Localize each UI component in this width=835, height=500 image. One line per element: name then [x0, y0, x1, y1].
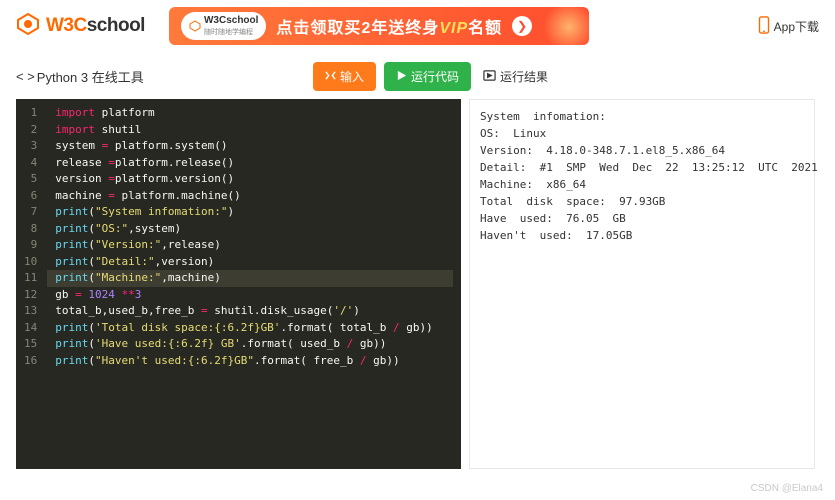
code-icon: < > — [16, 69, 35, 84]
io-icon — [325, 70, 336, 84]
input-button-label: 输入 — [340, 68, 364, 85]
toolbar: < > Python 3 在线工具 输入 运行代码 运行结果 — [0, 52, 835, 99]
code-area[interactable]: import platformimport shutilsystem = pla… — [47, 99, 461, 469]
top-header: W3Cschool W3Cschool随时随地学编程 点击领取买2年送终身VIP… — [0, 0, 835, 52]
line-gutter: 12345678910111213141516 — [16, 99, 47, 469]
app-download-label: App下载 — [774, 18, 819, 35]
site-logo[interactable]: W3Cschool — [16, 12, 145, 41]
result-icon — [483, 69, 496, 85]
input-button[interactable]: 输入 — [313, 62, 376, 91]
banner-arrow-icon: ❯ — [512, 16, 532, 36]
output-panel: System infomation: OS: Linux Version: 4.… — [469, 99, 815, 469]
app-download-link[interactable]: App下载 — [758, 16, 819, 37]
workspace: 12345678910111213141516 import platformi… — [0, 99, 835, 469]
run-button-label: 运行代码 — [411, 68, 459, 85]
phone-icon — [758, 16, 770, 37]
logo-icon — [16, 12, 40, 41]
banner-pill: W3Cschool随时随地学编程 — [181, 12, 266, 40]
tool-title: < > Python 3 在线工具 — [16, 67, 144, 86]
run-button[interactable]: 运行代码 — [384, 62, 471, 91]
play-icon — [396, 70, 407, 84]
code-editor[interactable]: 12345678910111213141516 import platformi… — [16, 99, 461, 469]
promo-banner[interactable]: W3Cschool随时随地学编程 点击领取买2年送终身VIP名额 ❯ — [169, 7, 589, 45]
banner-text: 点击领取买2年送终身VIP名额 — [276, 14, 502, 38]
result-header: 运行结果 — [479, 68, 819, 85]
logo-text: W3Cschool — [46, 15, 145, 37]
watermark: CSDN @Elana4 — [751, 483, 823, 494]
